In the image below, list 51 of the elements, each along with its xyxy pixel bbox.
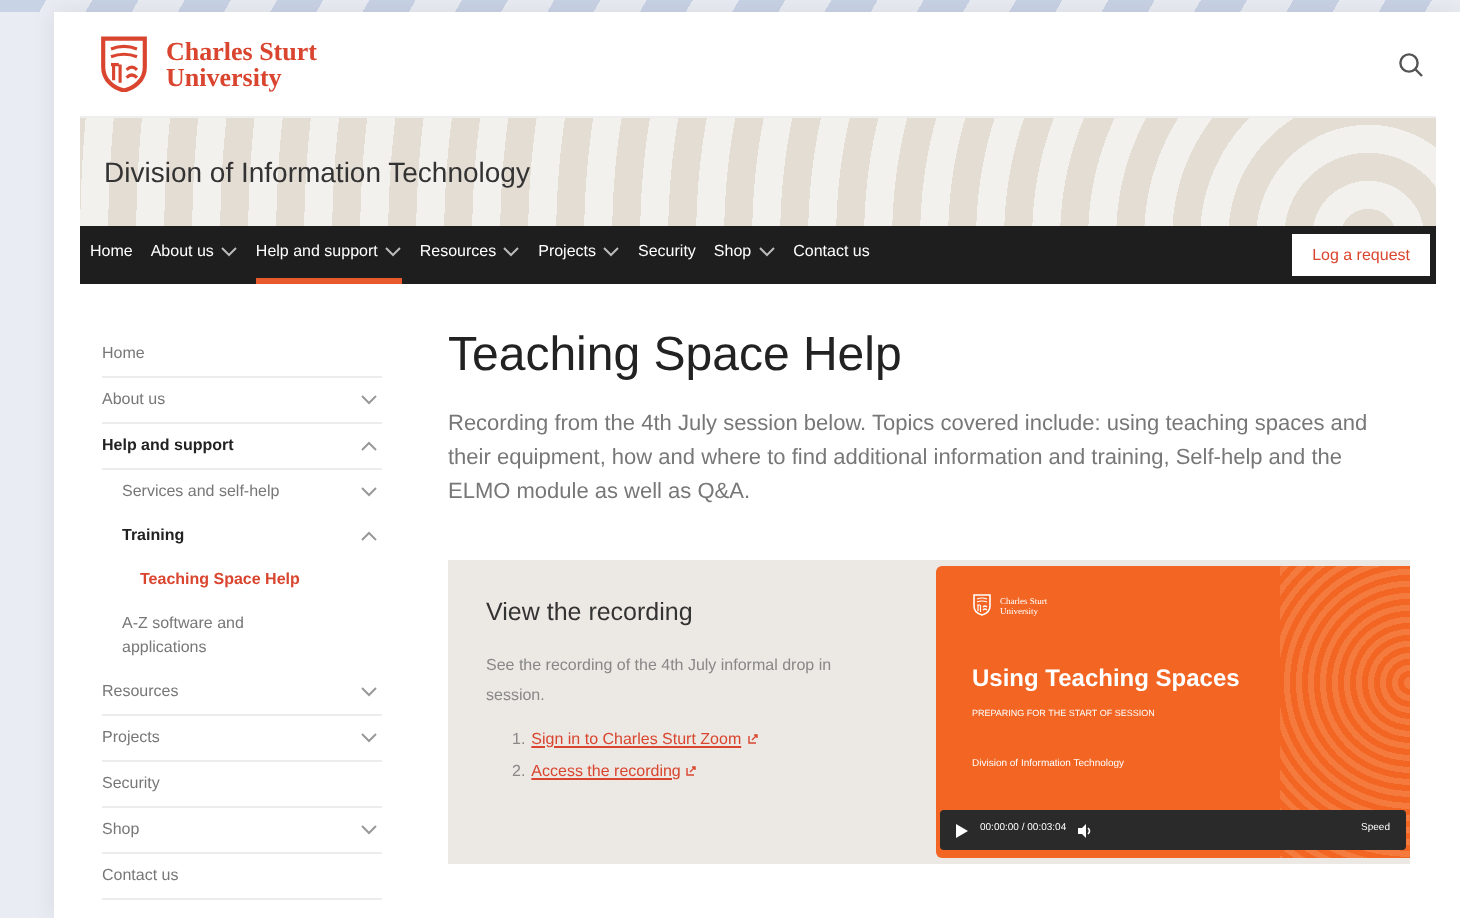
video-title: Using Teaching Spaces: [972, 662, 1242, 696]
recording-title: View the recording: [486, 596, 695, 630]
sidebar-link[interactable]: Services and self-help: [102, 480, 280, 504]
step-link[interactable]: Access the recording: [531, 759, 681, 784]
chevron-down-icon: [219, 246, 238, 258]
sidebar-link[interactable]: A-Z software and applications: [102, 612, 322, 660]
nav-link[interactable]: Security: [638, 226, 696, 284]
page-title: Teaching Space Help: [448, 328, 904, 384]
sidebar-link[interactable]: Security: [102, 772, 160, 796]
nav-link[interactable]: About us: [150, 226, 238, 284]
shield-logo-icon: [972, 594, 992, 616]
sidebar-link[interactable]: Teaching Space Help: [102, 568, 300, 592]
banner-title: Division of Information Technology: [104, 153, 530, 192]
sidebar-link[interactable]: Contact us: [102, 864, 179, 888]
sidebar-link[interactable]: Shop: [102, 818, 140, 842]
chevron-down-icon: [383, 246, 402, 258]
recording-text: See the recording of the 4th July informal drop in session.: [486, 653, 834, 708]
university-name: Charles Sturt University: [166, 38, 317, 90]
sidebar-link[interactable]: Projects: [102, 726, 160, 750]
external-link-icon: [747, 734, 758, 745]
nav-link[interactable]: Help and support: [255, 226, 402, 284]
sidebar-link[interactable]: Home: [102, 342, 145, 366]
chevron-down-icon: [757, 246, 776, 258]
shield-logo-icon: [98, 35, 150, 93]
nav-link[interactable]: Home: [90, 226, 133, 284]
volume-icon[interactable]: [1078, 823, 1095, 837]
chevron-down-icon: [360, 824, 378, 836]
step-number: 1.: [512, 727, 526, 752]
nav-link[interactable]: Projects: [538, 226, 621, 284]
intro-paragraph: Recording from the 4th July session below. Topics covered include: using teaching spaces and their equipment, how and where to find additional information and training, Self-help and the ELMO module as well as Q&A.: [448, 410, 1370, 508]
sidebar-link[interactable]: Resources: [102, 680, 179, 704]
sidebar-link[interactable]: About us: [102, 388, 166, 412]
log-request-button[interactable]: Log a request: [1292, 234, 1430, 276]
nav-link[interactable]: Contact us: [793, 226, 870, 284]
chevron-down-icon: [360, 394, 378, 406]
chevron-down-icon: [360, 686, 378, 698]
step-link[interactable]: Sign in to Charles Sturt Zoom: [531, 727, 742, 752]
sidebar-link[interactable]: Help and support: [102, 434, 234, 458]
sidebar-link[interactable]: Training: [102, 524, 185, 548]
external-link-icon: [686, 766, 697, 777]
chevron-down-icon: [360, 486, 378, 498]
chevron-up-icon: [360, 530, 378, 542]
search-icon[interactable]: [1398, 51, 1424, 77]
chevron-down-icon: [502, 246, 521, 258]
nav-link[interactable]: Resources: [419, 226, 521, 284]
nav-link[interactable]: Shop: [713, 226, 776, 284]
chevron-down-icon: [360, 732, 378, 744]
step-number: 2.: [512, 759, 526, 784]
chevron-up-icon: [360, 440, 378, 452]
play-icon[interactable]: [956, 823, 968, 837]
chevron-down-icon: [602, 246, 621, 258]
